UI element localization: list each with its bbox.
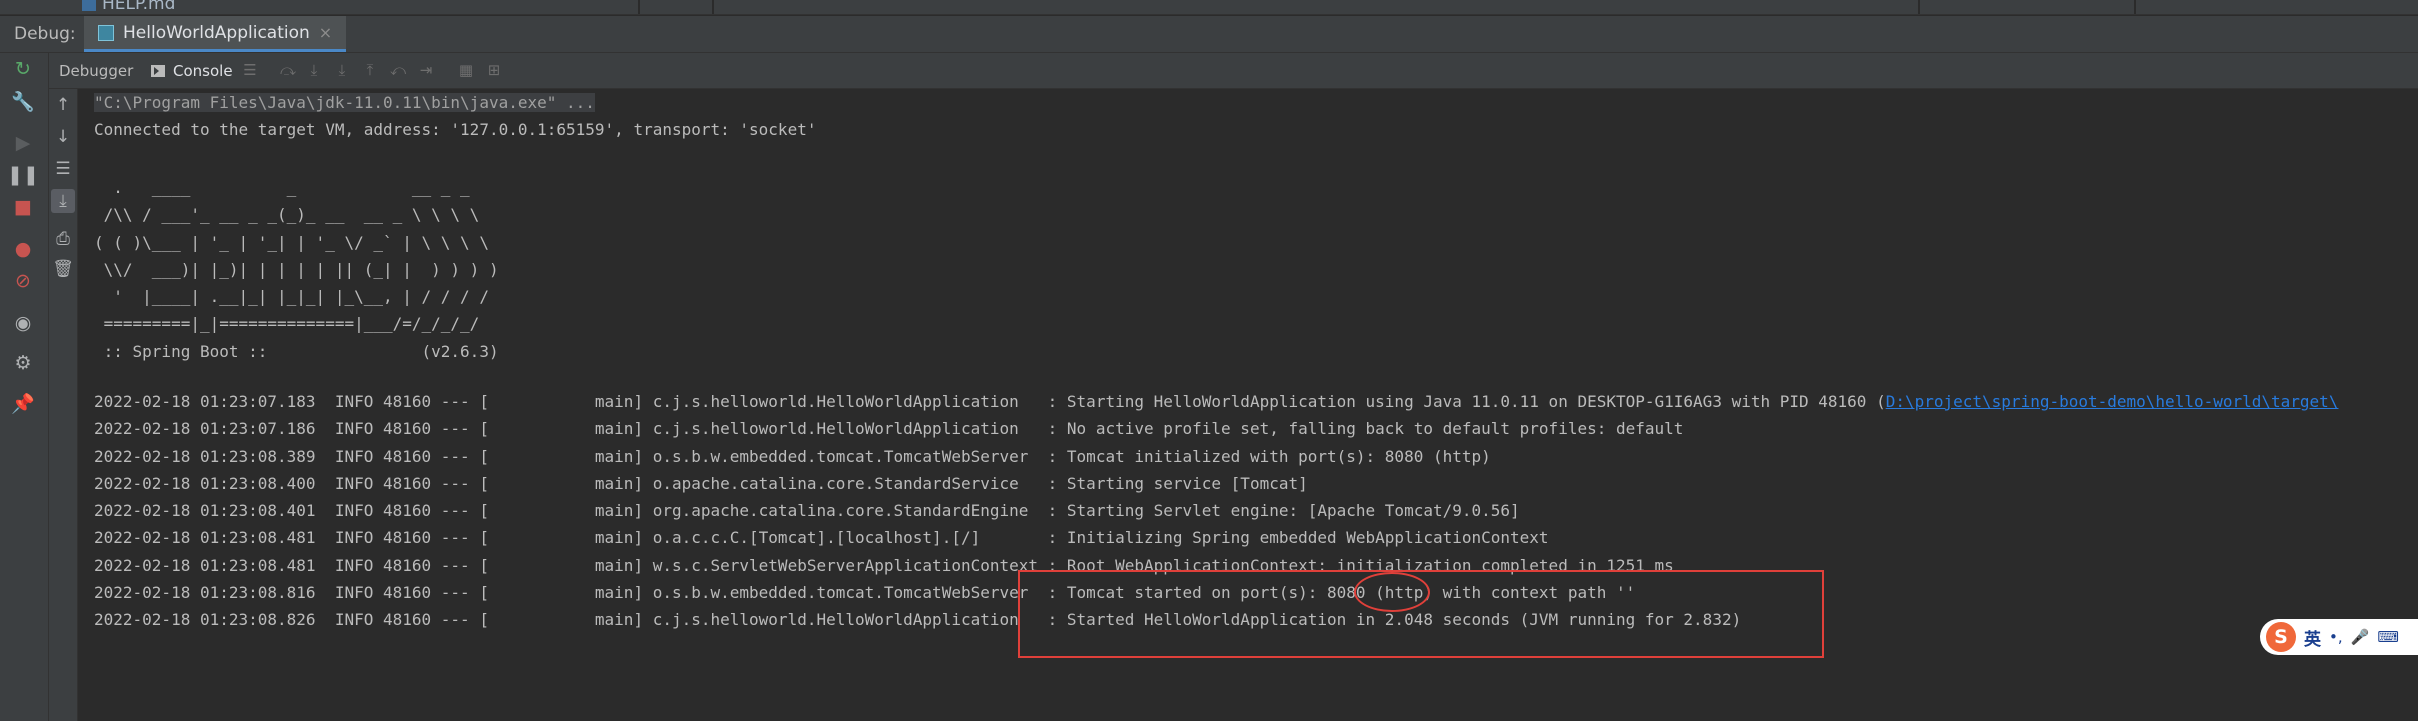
console-side-toolbar: ↑ ↓ ☰ ⤓ ⎙ 🗑: [49, 89, 78, 721]
ime-language[interactable]: 英: [2304, 625, 2321, 650]
log-line: 2022-02-18 01:23:08.481 INFO 48160 --- […: [94, 528, 1549, 548]
rerun-icon[interactable]: ↻: [11, 57, 35, 81]
view-breakpoints-icon[interactable]: ●: [11, 237, 35, 261]
settings-gear-icon[interactable]: ⚙: [11, 351, 35, 375]
run-config-name: HelloWorldApplication: [123, 22, 310, 43]
run-to-cursor-icon[interactable]: ⇥: [415, 59, 437, 81]
pin-icon[interactable]: 📌: [11, 391, 35, 415]
show-execution-point-icon[interactable]: ⤼: [277, 59, 299, 81]
markdown-file-icon: [82, 0, 96, 11]
application-icon: [98, 24, 114, 41]
console-icon: [151, 64, 165, 77]
pause-icon[interactable]: ❚❚: [7, 163, 39, 187]
tab-debugger[interactable]: Debugger: [59, 53, 133, 88]
connected-message: Connected to the target VM, address: '12…: [94, 120, 817, 139]
command-line: "C:\Program Files\Java\jdk-11.0.11\bin\j…: [94, 93, 595, 112]
arrow-down-icon[interactable]: ↓: [51, 125, 75, 149]
run-config-tab[interactable]: HelloWorldApplication ×: [84, 16, 347, 52]
divider: [1918, 0, 1920, 14]
wrench-icon[interactable]: 🔧: [11, 89, 35, 113]
close-icon[interactable]: ×: [319, 23, 332, 42]
spring-boot-banner: . ____ _ __ _ _ /\\ / ___'_ __ _ _(_)_ _…: [94, 178, 499, 361]
mute-breakpoints-icon[interactable]: ⊘: [11, 269, 35, 293]
debug-label: Debug:: [14, 24, 76, 44]
editor-tab-strip: HELP.md: [0, 0, 2418, 15]
scroll-to-end-icon[interactable]: ⤓: [51, 189, 75, 213]
camera-icon[interactable]: ◉: [11, 311, 35, 335]
divider: [638, 0, 640, 14]
menu-icon[interactable]: ☰: [239, 59, 261, 81]
debug-subtoolbar: Debugger Console ☰ ⤼ ⤓ ⤓ ⤒ ⤺ ⇥ ▦ ⊞: [49, 53, 2418, 89]
step-into-icon[interactable]: ⤓: [331, 59, 353, 81]
step-over-icon[interactable]: ⤓: [303, 59, 325, 81]
debug-toolwindow-header: Debug: HelloWorldApplication ×: [0, 16, 2418, 53]
step-out-icon[interactable]: ⤒: [359, 59, 381, 81]
log-line: 2022-02-18 01:23:07.186 INFO 48160 --- […: [94, 419, 1684, 439]
trace-icon[interactable]: ⊞: [483, 59, 505, 81]
editor-tab-help-md[interactable]: HELP.md: [82, 0, 175, 14]
trash-icon[interactable]: 🗑: [51, 257, 75, 281]
ime-logo-icon[interactable]: S: [2266, 622, 2296, 652]
print-icon[interactable]: ⎙: [51, 227, 75, 251]
file-path-link[interactable]: D:\project\spring-boot-demo\hello-world\…: [1886, 392, 2339, 411]
microphone-icon[interactable]: 🎤: [2351, 628, 2370, 646]
divider: [712, 0, 714, 14]
tab-console[interactable]: Console: [151, 53, 233, 88]
keyboard-icon[interactable]: ⌨: [2377, 628, 2399, 646]
arrow-up-icon[interactable]: ↑: [51, 93, 75, 117]
resume-icon[interactable]: ▶: [11, 131, 35, 155]
log-line: 2022-02-18 01:23:08.400 INFO 48160 --- […: [94, 473, 1308, 493]
annotation-port-circle: [1354, 572, 1430, 612]
soft-wrap-icon[interactable]: ☰: [51, 157, 75, 181]
evaluate-expression-icon[interactable]: ▦: [455, 59, 477, 81]
divider: [2134, 0, 2136, 14]
log-line: 2022-02-18 01:23:08.389 INFO 48160 --- […: [94, 446, 1491, 466]
ime-punctuation[interactable]: •,: [2329, 628, 2343, 646]
debug-actions-toolbar: ↻ 🔧 ▶ ❚❚ ■ ● ⊘ ◉ ⚙ 📌: [0, 53, 49, 721]
drop-frame-icon[interactable]: ⤺: [387, 59, 409, 81]
ime-toolbar[interactable]: S 英 •, 🎤 ⌨: [2260, 619, 2418, 655]
log-line: 2022-02-18 01:23:07.183 INFO 48160 --- […: [94, 392, 2339, 411]
log-line: 2022-02-18 01:23:08.401 INFO 48160 --- […: [94, 501, 1520, 521]
stop-icon[interactable]: ■: [11, 195, 35, 219]
